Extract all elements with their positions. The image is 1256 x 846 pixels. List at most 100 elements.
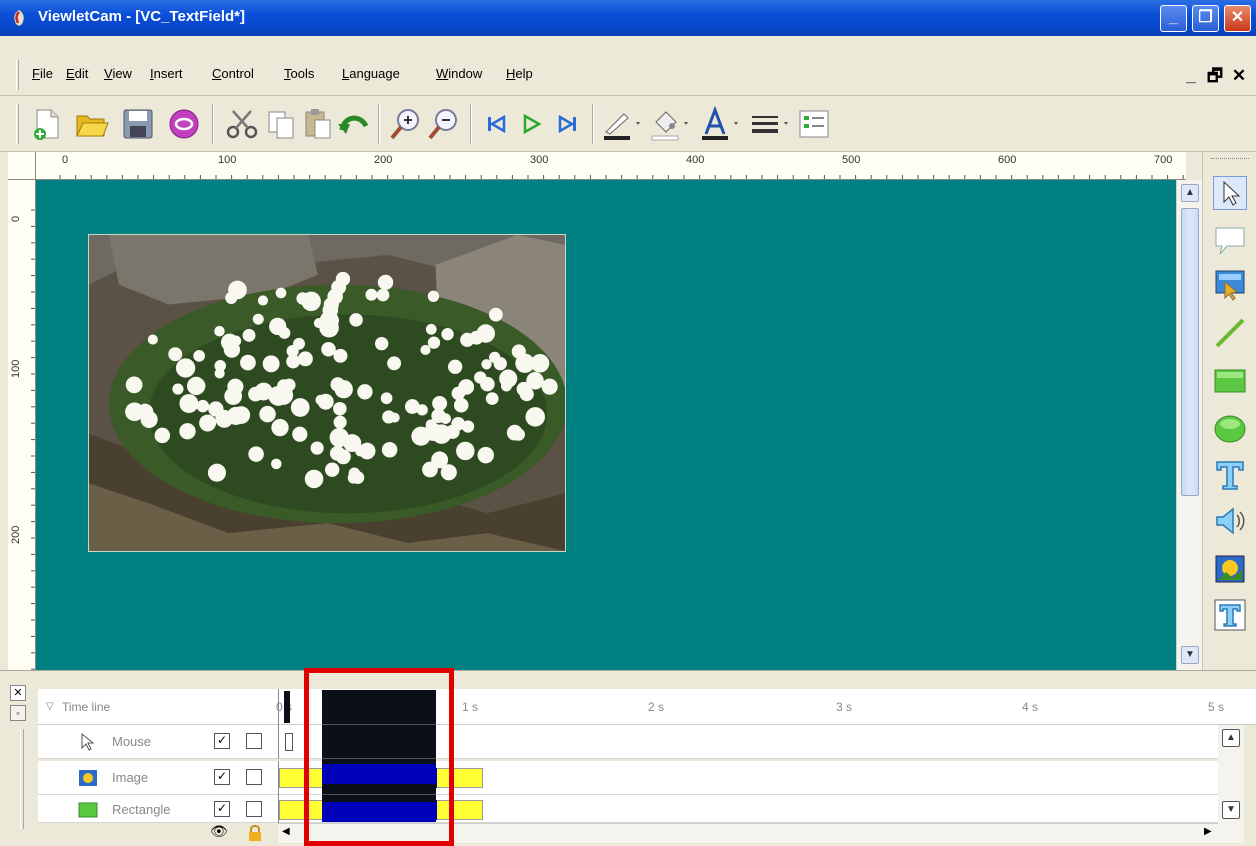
tl-scroll-down-arrow[interactable]: ▼	[1222, 801, 1240, 819]
toolbar-separator	[378, 104, 380, 144]
scroll-down-arrow[interactable]: ▼	[1181, 646, 1199, 664]
menu-window[interactable]: Window	[436, 66, 482, 81]
menu-language[interactable]: Language	[342, 66, 400, 81]
menu-control[interactable]: Control	[212, 66, 254, 81]
rectangle-tool-icon[interactable]	[1213, 364, 1247, 398]
timeline-vertical-scrollbar[interactable]: ▲ ▼	[1218, 725, 1244, 843]
ruler-label: 200	[374, 154, 393, 166]
image-layer-icon	[79, 770, 97, 786]
playhead[interactable]	[284, 691, 290, 723]
ruler-label: 0	[10, 215, 22, 222]
toolbar-grip	[16, 104, 19, 144]
image-button-icon[interactable]	[1213, 268, 1247, 302]
menu-view[interactable]: View	[104, 66, 132, 81]
sound-tool-icon[interactable]	[1213, 504, 1247, 538]
ruler-corner	[8, 152, 36, 180]
text-tool-icon[interactable]	[1213, 458, 1247, 492]
line-width-icon[interactable]	[748, 106, 792, 142]
tl-scroll-up-arrow[interactable]: ▲	[1222, 729, 1240, 747]
time-label-2s: 2 s	[648, 700, 665, 714]
lock-icon[interactable]	[248, 824, 262, 842]
rectangle-layer-icon	[78, 802, 98, 818]
canvas-vertical-scrollbar[interactable]: ▲ ▼	[1176, 180, 1202, 670]
scroll-up-arrow[interactable]: ▲	[1181, 184, 1199, 202]
restore-button[interactable]: ❐	[1192, 5, 1219, 32]
publish-icon[interactable]	[166, 106, 202, 142]
eye-icon[interactable]: 👁	[210, 823, 228, 840]
visible-checkbox-mouse[interactable]: ✓	[214, 733, 230, 749]
timeline-dock-icon[interactable]: ▫	[10, 705, 26, 721]
open-folder-icon[interactable]	[74, 106, 110, 142]
timeline-row-rectangle[interactable]: Rectangle ✓	[38, 795, 1218, 823]
time-label-3s: 3 s	[836, 700, 853, 714]
title-bar: ViewletCam - [VC_TextField*] _ ❐ ✕	[0, 0, 1256, 36]
copy-icon[interactable]	[264, 106, 300, 142]
timeline-footer: 👁	[38, 823, 278, 843]
cut-icon[interactable]	[224, 106, 260, 142]
play-icon[interactable]	[514, 106, 550, 142]
row-name-image: Image	[112, 770, 149, 785]
close-button[interactable]: ✕	[1224, 5, 1251, 32]
new-file-icon[interactable]	[30, 106, 66, 142]
timeline-side-controls: ✕ ▫	[8, 679, 36, 839]
scroll-left-arrow[interactable]: ◀	[282, 826, 290, 837]
lock-checkbox-mouse[interactable]	[246, 733, 262, 749]
menu-help[interactable]: Help	[506, 66, 533, 81]
line-color-icon[interactable]	[600, 106, 644, 142]
fill-color-icon[interactable]	[648, 106, 692, 142]
menu-tools[interactable]: Tools	[284, 66, 314, 81]
save-icon[interactable]	[120, 106, 156, 142]
toolbar-separator	[470, 104, 472, 144]
speech-bubble-icon[interactable]	[1213, 224, 1247, 258]
lock-checkbox-image[interactable]	[246, 769, 262, 785]
mdi-minimize-button[interactable]: _	[1180, 66, 1202, 88]
scroll-right-arrow[interactable]: ▶	[1204, 826, 1212, 837]
mouse-keyframe[interactable]	[285, 733, 293, 751]
ruler-label: 600	[998, 154, 1017, 166]
timeline-close-icon[interactable]: ✕	[10, 685, 26, 701]
ruler-label: 200	[10, 525, 22, 544]
vertical-ruler: 0 100 200	[8, 180, 36, 670]
timeline-row-image[interactable]: Image ✓	[38, 761, 1218, 795]
undo-icon[interactable]	[336, 106, 372, 142]
timeline-title: Time line	[62, 700, 111, 714]
flower-photo[interactable]	[88, 234, 566, 552]
mouse-pointer-icon	[81, 733, 95, 751]
red-highlight-box	[304, 668, 454, 846]
lock-checkbox-rectangle[interactable]	[246, 801, 262, 817]
zoom-in-icon[interactable]	[388, 106, 424, 142]
ruler-label: 400	[686, 154, 705, 166]
window-title: ViewletCam - [VC_TextField*]	[38, 8, 245, 25]
toolbar-separator	[592, 104, 594, 144]
first-frame-icon[interactable]	[478, 106, 514, 142]
line-tool-icon[interactable]	[1213, 316, 1247, 350]
arrow-select-icon[interactable]	[1213, 176, 1247, 210]
image-tool-icon[interactable]	[1213, 552, 1247, 586]
mdi-close-button[interactable]: ✕	[1228, 66, 1250, 88]
collapse-triangle-icon[interactable]: ▽	[46, 701, 54, 712]
visible-checkbox-rectangle[interactable]: ✓	[214, 801, 230, 817]
minimize-button[interactable]: _	[1160, 5, 1187, 32]
menu-bar: File Edit View Insert Control Tools Lang…	[0, 36, 1256, 96]
timeline-row-mouse[interactable]: Mouse ✓	[38, 725, 1218, 759]
ruler-label: 300	[530, 154, 549, 166]
ellipse-tool-icon[interactable]	[1213, 412, 1247, 446]
menu-insert[interactable]: Insert	[150, 66, 183, 81]
menu-file[interactable]: File	[32, 66, 53, 81]
stage-canvas[interactable]	[36, 180, 1176, 670]
paste-icon[interactable]	[300, 106, 336, 142]
zoom-out-icon[interactable]	[426, 106, 462, 142]
row-name-rectangle: Rectangle	[112, 802, 171, 817]
scroll-thumb[interactable]	[1181, 208, 1199, 496]
ruler-label: 100	[10, 359, 22, 378]
mdi-restore-button[interactable]: 🗗	[1204, 66, 1226, 88]
properties-icon[interactable]	[796, 106, 832, 142]
font-color-icon[interactable]	[698, 106, 742, 142]
textfield-tool-icon[interactable]	[1213, 598, 1247, 632]
horizontal-ruler: 0 100 200 300 400 500 600 700	[36, 152, 1186, 180]
visible-checkbox-image[interactable]: ✓	[214, 769, 230, 785]
timeline-grip	[20, 729, 24, 829]
menu-grip	[16, 60, 19, 90]
last-frame-icon[interactable]	[550, 106, 586, 142]
menu-edit[interactable]: Edit	[66, 66, 88, 81]
